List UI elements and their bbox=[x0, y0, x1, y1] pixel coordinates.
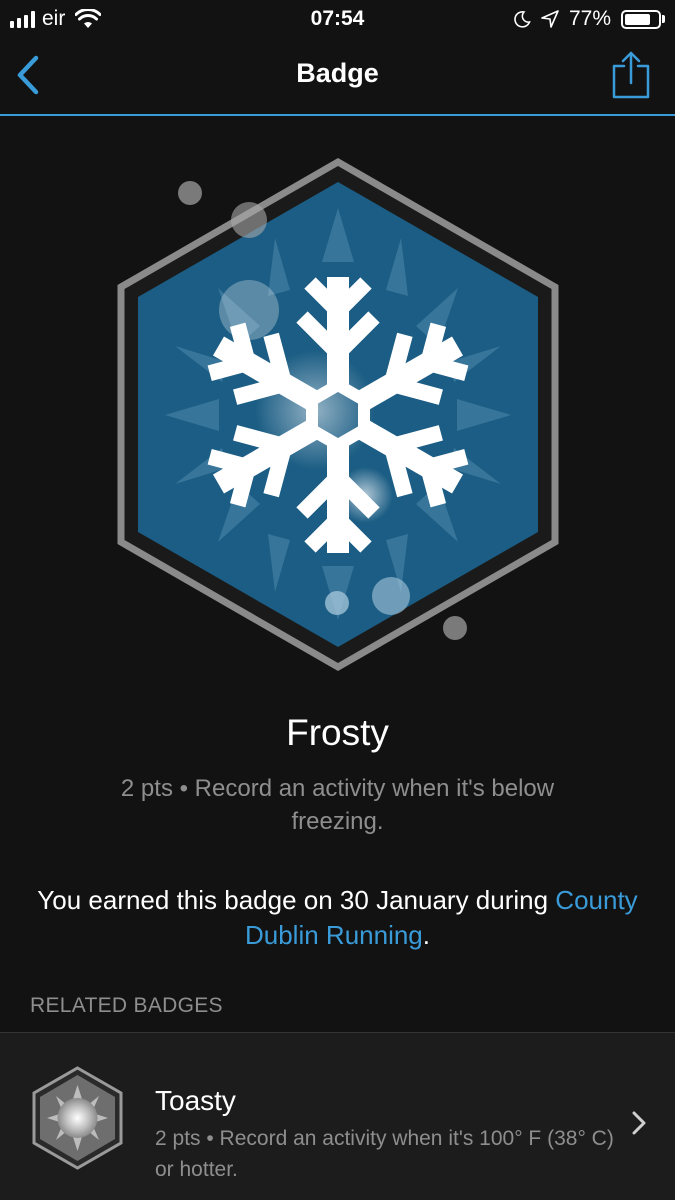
badge-screen: eir 07:54 77% Badge Frosty 2 pts • Recor… bbox=[0, 0, 675, 1200]
navigation-bar: Badge bbox=[0, 38, 675, 116]
share-button[interactable] bbox=[611, 50, 651, 100]
battery-percent: 77% bbox=[568, 7, 611, 30]
sun-badge-icon bbox=[32, 1066, 123, 1170]
frosty-badge-image bbox=[117, 157, 559, 672]
earned-info: You earned this badge on 30 January duri… bbox=[20, 883, 655, 953]
moon-icon bbox=[514, 11, 531, 28]
related-badge-row-toasty[interactable]: Toasty 2 pts • Record an activity when i… bbox=[0, 1033, 675, 1200]
chevron-right-icon bbox=[632, 1111, 646, 1135]
location-arrow-icon bbox=[541, 10, 559, 28]
status-bar: eir 07:54 77% bbox=[0, 0, 675, 38]
section-header-related: RELATED BADGES bbox=[30, 994, 223, 1017]
share-icon bbox=[612, 51, 650, 99]
earned-suffix: . bbox=[422, 920, 431, 950]
related-badge-description: 2 pts • Record an activity when it's 100… bbox=[155, 1127, 614, 1181]
badge-name: Frosty bbox=[286, 712, 389, 753]
related-badge-title: Toasty bbox=[155, 1085, 236, 1116]
battery-icon bbox=[621, 9, 665, 29]
glow-highlight bbox=[337, 467, 393, 523]
glow-highlight bbox=[255, 350, 375, 470]
earned-text: You earned this badge on 30 January duri… bbox=[37, 885, 556, 915]
page-title: Badge bbox=[296, 58, 379, 88]
badge-description: 2 pts • Record an activity when it's bel… bbox=[120, 775, 555, 835]
related-badges-list: Toasty 2 pts • Record an activity when i… bbox=[0, 1032, 675, 1200]
status-right: 77% bbox=[513, 7, 665, 31]
